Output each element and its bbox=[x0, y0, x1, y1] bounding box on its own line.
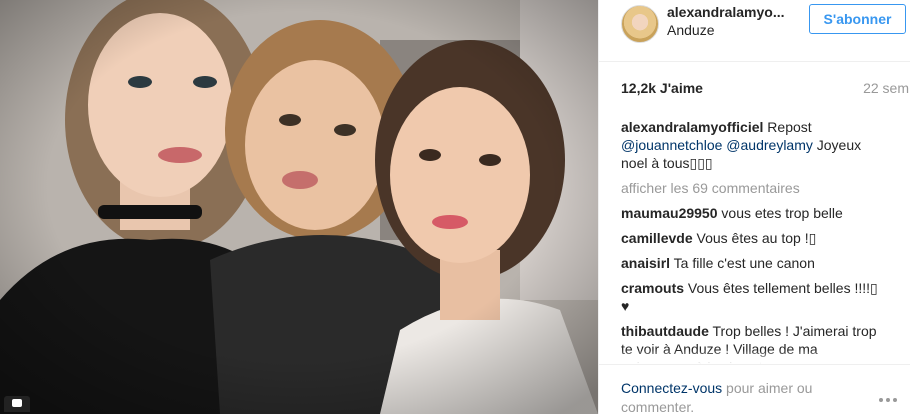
post-location[interactable]: Anduze bbox=[667, 22, 714, 38]
caption: alexandralamyofficiel Repost @jouannetch… bbox=[621, 118, 883, 172]
comment-username[interactable]: maumau29950 bbox=[621, 205, 718, 221]
instagram-post: alexandralamyo... Anduze S'abonner 12,2k… bbox=[0, 0, 910, 417]
account-icon[interactable] bbox=[4, 396, 30, 412]
comment-username[interactable]: anaisirl bbox=[621, 255, 670, 271]
login-prompt: Connectez-vous pour aimer ou commenter. bbox=[621, 379, 861, 417]
mention-link[interactable]: @jouannetchloe bbox=[621, 137, 722, 153]
post-footer: Connectez-vous pour aimer ou commenter. bbox=[599, 364, 910, 417]
list-item: camillevde Vous êtes au top !▯ bbox=[621, 229, 883, 247]
follow-button[interactable]: S'abonner bbox=[809, 4, 906, 34]
list-item: anaisirl Ta fille c'est une canon bbox=[621, 254, 883, 272]
list-item: cramouts Vous êtes tellement belles !!!!… bbox=[621, 279, 883, 315]
post-header: alexandralamyo... Anduze S'abonner bbox=[599, 0, 910, 62]
likes-row: 12,2k J'aime 22 sem bbox=[621, 80, 909, 96]
comment-text: Ta fille c'est une canon bbox=[670, 255, 815, 271]
post-sidebar: alexandralamyo... Anduze S'abonner 12,2k… bbox=[598, 0, 910, 417]
comment-username[interactable]: thibautdaude bbox=[621, 323, 709, 339]
list-item: maumau29950 vous etes trop belle bbox=[621, 204, 883, 222]
post-photo[interactable] bbox=[0, 0, 598, 414]
avatar[interactable] bbox=[621, 5, 659, 43]
comment-text: Vous êtes au top !▯ bbox=[692, 230, 817, 246]
login-link[interactable]: Connectez-vous bbox=[621, 380, 722, 396]
more-options-icon[interactable] bbox=[879, 389, 901, 402]
likes-count[interactable]: 12,2k J'aime bbox=[621, 80, 703, 96]
comment-username[interactable]: cramouts bbox=[621, 280, 684, 296]
photo-illustration bbox=[0, 0, 598, 414]
comment-username[interactable]: camillevde bbox=[621, 230, 693, 246]
mention-link[interactable]: @audreylamy bbox=[726, 137, 813, 153]
comment-text: vous etes trop belle bbox=[717, 205, 843, 221]
post-age[interactable]: 22 sem bbox=[863, 80, 909, 96]
caption-text: Repost bbox=[763, 119, 812, 135]
load-more-comments[interactable]: afficher les 69 commentaires bbox=[621, 179, 883, 197]
caption-username[interactable]: alexandralamyofficiel bbox=[621, 119, 763, 135]
comments-fade bbox=[621, 350, 883, 364]
post-username[interactable]: alexandralamyo... bbox=[667, 4, 785, 20]
comments-list[interactable]: alexandralamyofficiel Repost @jouannetch… bbox=[621, 118, 883, 364]
